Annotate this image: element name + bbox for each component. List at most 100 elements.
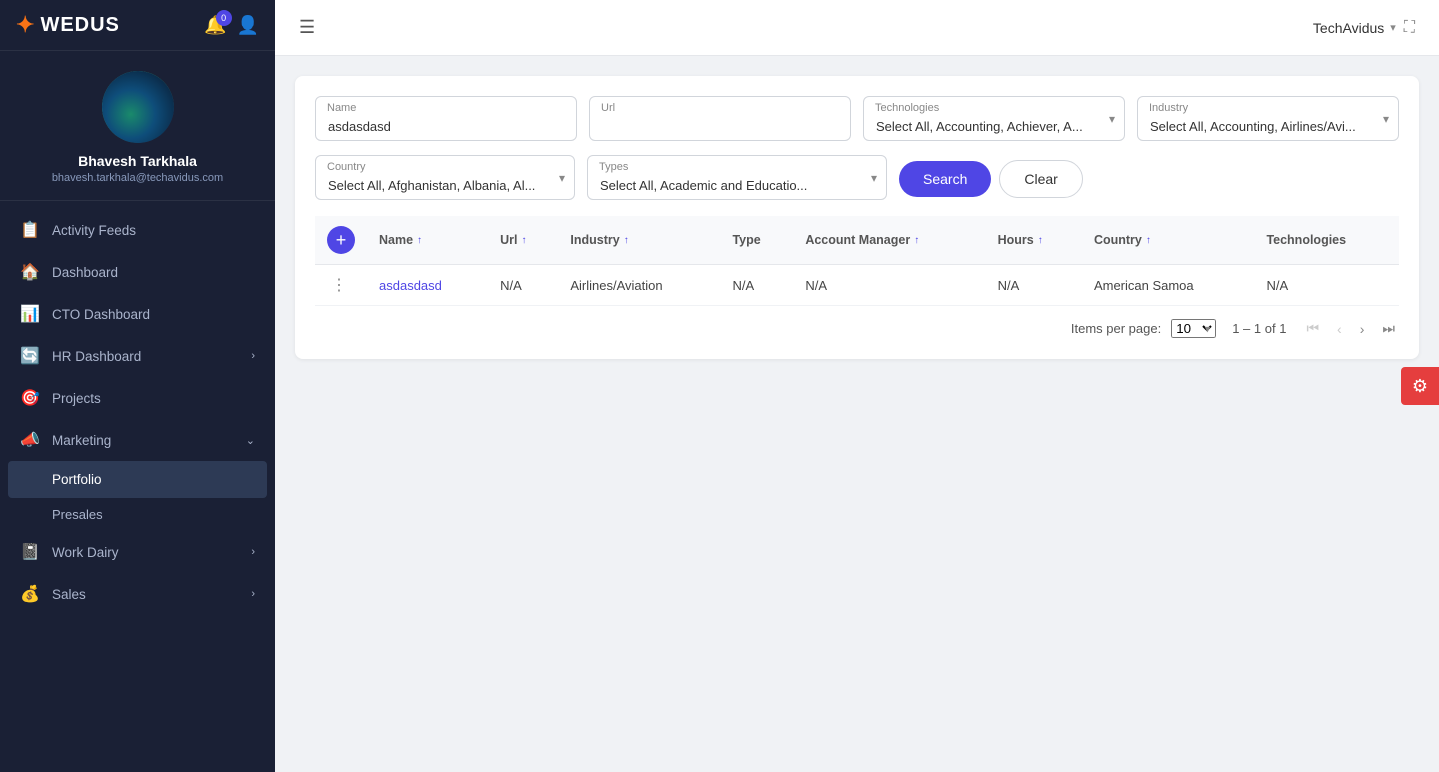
- cto-dashboard-icon: 📊: [20, 304, 40, 324]
- search-panel: Name Url Technologies Select All, Accoun…: [295, 76, 1419, 359]
- row-technologies: N/A: [1254, 265, 1399, 306]
- country-field-group: Country Select All, Afghanistan, Albania…: [315, 155, 575, 200]
- row-hours: N/A: [986, 265, 1082, 306]
- sidebar-item-label: Projects: [52, 391, 101, 406]
- prev-page-button[interactable]: ‹: [1333, 319, 1346, 339]
- chevron-down-icon: ▾: [1390, 21, 1396, 34]
- sort-icon: ↑: [417, 235, 422, 246]
- first-page-button[interactable]: ⏮: [1302, 318, 1323, 339]
- sort-icon: ↑: [1038, 235, 1043, 246]
- work-dairy-icon: 📓: [20, 542, 40, 562]
- sidebar-item-presales[interactable]: Presales: [0, 498, 275, 531]
- sidebar-item-label: CTO Dashboard: [52, 307, 150, 322]
- row-type: N/A: [720, 265, 793, 306]
- clear-button[interactable]: Clear: [999, 160, 1082, 198]
- sidebar-item-cto-dashboard[interactable]: 📊 CTO Dashboard: [0, 293, 275, 335]
- url-input[interactable]: [589, 96, 851, 141]
- header-icons: 🔔 0 👤: [204, 15, 259, 36]
- sidebar-profile: Bhavesh Tarkhala bhavesh.tarkhala@techav…: [0, 51, 275, 201]
- sidebar-header: ✦ WEDUS 🔔 0 👤: [0, 0, 275, 51]
- sidebar-item-label: Work Dairy: [52, 545, 119, 560]
- sidebar-item-label: HR Dashboard: [52, 349, 141, 364]
- th-country: Country↑: [1082, 216, 1255, 265]
- sidebar-item-activity-feeds[interactable]: 📋 Activity Feeds: [0, 209, 275, 251]
- sort-icon: ↑: [1146, 235, 1151, 246]
- settings-float-button[interactable]: ⚙: [1401, 367, 1439, 405]
- sidebar-item-label: Portfolio: [52, 472, 102, 487]
- items-per-page-select[interactable]: 10 25 50 100: [1171, 319, 1216, 338]
- chevron-right-icon: ›: [251, 588, 255, 600]
- notification-badge: 0: [216, 10, 232, 26]
- chevron-right-icon: ›: [251, 350, 255, 362]
- activity-feeds-icon: 📋: [20, 220, 40, 240]
- sidebar-item-label: Marketing: [52, 433, 111, 448]
- items-per-page-label: Items per page:: [1071, 321, 1161, 336]
- sidebar-item-portfolio[interactable]: Portfolio: [8, 461, 267, 498]
- sort-icon: ↑: [522, 235, 527, 246]
- projects-icon: 🎯: [20, 388, 40, 408]
- row-account-manager: N/A: [793, 265, 985, 306]
- types-field-group: Types Select All, Academic and Educatio.…: [587, 155, 887, 200]
- sidebar-item-work-dairy[interactable]: 📓 Work Dairy ›: [0, 531, 275, 573]
- technologies-select[interactable]: Select All, Accounting, Achiever, A...: [863, 96, 1125, 141]
- sidebar-nav: 📋 Activity Feeds 🏠 Dashboard 📊 CTO Dashb…: [0, 201, 275, 772]
- dashboard-icon: 🏠: [20, 262, 40, 282]
- sidebar-item-projects[interactable]: 🎯 Projects: [0, 377, 275, 419]
- last-page-button[interactable]: ⏭: [1378, 318, 1399, 339]
- sort-icon: ↑: [914, 235, 919, 246]
- table-row: ⋮ asdasdasd N/A Airlines/Aviation N/A N/…: [315, 265, 1399, 306]
- types-select[interactable]: Select All, Academic and Educatio...: [587, 155, 887, 200]
- search-button[interactable]: Search: [899, 161, 991, 197]
- th-account-manager: Account Manager↑: [793, 216, 985, 265]
- th-technologies: Technologies: [1254, 216, 1399, 265]
- country-select[interactable]: Select All, Afghanistan, Albania, Al...: [315, 155, 575, 200]
- sidebar-item-label: Dashboard: [52, 265, 118, 280]
- th-name: Name↑: [367, 216, 488, 265]
- sort-icon: ↑: [624, 235, 629, 246]
- marketing-icon: 📣: [20, 430, 40, 450]
- technologies-field-group: Technologies Select All, Accounting, Ach…: [863, 96, 1125, 141]
- notification-button[interactable]: 🔔 0: [204, 15, 226, 36]
- filter-row-1: Name Url Technologies Select All, Accoun…: [315, 96, 1399, 141]
- table-wrapper: + Name↑ Url↑ Industry↑ Type: [315, 216, 1399, 306]
- topbar: ☰ TechAvidus ▾ ⛶: [275, 0, 1439, 56]
- fullscreen-button[interactable]: ⛶: [1404, 19, 1415, 37]
- logo-text: WEDUS: [40, 14, 119, 37]
- user-avatar-button[interactable]: 👤: [237, 15, 259, 36]
- th-hours: Hours↑: [986, 216, 1082, 265]
- sidebar-item-label: Sales: [52, 587, 86, 602]
- name-field-group: Name: [315, 96, 577, 141]
- th-url: Url↑: [488, 216, 558, 265]
- name-input[interactable]: [315, 96, 577, 141]
- company-name-link[interactable]: asdasdasd: [379, 278, 442, 293]
- workspace-selector[interactable]: TechAvidus ▾: [1313, 20, 1396, 36]
- hamburger-button[interactable]: ☰: [299, 17, 315, 38]
- profile-name: Bhavesh Tarkhala: [78, 153, 197, 169]
- industry-select[interactable]: Select All, Accounting, Airlines/Avi...: [1137, 96, 1399, 141]
- add-company-button[interactable]: +: [327, 226, 355, 254]
- content-area: Name Url Technologies Select All, Accoun…: [275, 56, 1439, 772]
- row-menu-button[interactable]: ⋮: [327, 275, 351, 295]
- sidebar-item-marketing[interactable]: 📣 Marketing ⌄: [0, 419, 275, 461]
- row-url: N/A: [488, 265, 558, 306]
- sidebar-item-dashboard[interactable]: 🏠 Dashboard: [0, 251, 275, 293]
- sidebar-item-label: Activity Feeds: [52, 223, 136, 238]
- th-type: Type: [720, 216, 793, 265]
- chevron-down-icon: ⌄: [246, 434, 255, 447]
- companies-table: + Name↑ Url↑ Industry↑ Type: [315, 216, 1399, 306]
- sidebar-item-hr-dashboard[interactable]: 🔄 HR Dashboard ›: [0, 335, 275, 377]
- avatar: [102, 71, 174, 143]
- row-industry: Airlines/Aviation: [558, 265, 720, 306]
- next-page-button[interactable]: ›: [1356, 319, 1369, 339]
- logo: ✦ WEDUS: [16, 12, 120, 38]
- url-field-group: Url: [589, 96, 851, 141]
- sidebar-item-sales[interactable]: 💰 Sales ›: [0, 573, 275, 615]
- logo-icon: ✦: [16, 12, 34, 38]
- filter-row-2: Country Select All, Afghanistan, Albania…: [315, 155, 1399, 200]
- sidebar: ✦ WEDUS 🔔 0 👤 Bhavesh Tarkhala bhavesh.t…: [0, 0, 275, 772]
- hr-dashboard-icon: 🔄: [20, 346, 40, 366]
- action-buttons: Search Clear: [899, 160, 1399, 200]
- workspace-name: TechAvidus: [1313, 20, 1384, 36]
- sidebar-item-label: Presales: [52, 507, 103, 522]
- pagination-row: Items per page: 10 25 50 100 ▾ 1 – 1 of …: [315, 306, 1399, 339]
